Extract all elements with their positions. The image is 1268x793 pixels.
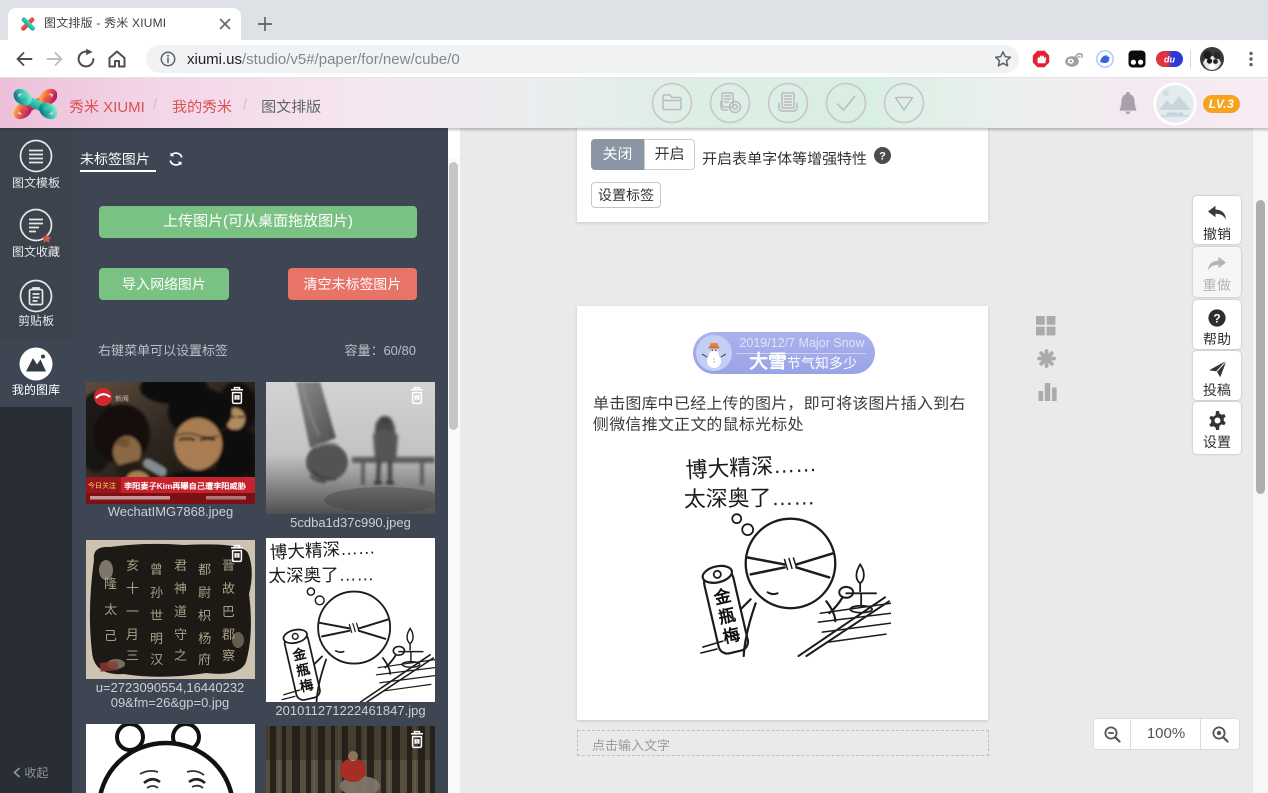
svg-text:新闻: 新闻	[115, 395, 129, 403]
svg-text:太: 太	[104, 602, 117, 617]
svg-text:明: 明	[150, 631, 163, 646]
svg-text:道: 道	[174, 604, 187, 619]
svg-text:隆: 隆	[104, 576, 117, 591]
svg-text:太深奥了……: 太深奥了……	[268, 564, 374, 586]
svg-text:枳: 枳	[198, 608, 211, 623]
svg-text:之: 之	[174, 648, 187, 663]
svg-text:亥: 亥	[126, 558, 139, 573]
svg-text:du: du	[1164, 55, 1175, 65]
svg-text:世: 世	[150, 608, 163, 623]
svg-text:一: 一	[126, 604, 139, 619]
svg-text:杨: 杨	[198, 631, 211, 646]
svg-text:曾: 曾	[150, 562, 163, 577]
svg-text:尉: 尉	[198, 585, 212, 600]
svg-text:孙: 孙	[150, 585, 163, 600]
svg-text:郡: 郡	[222, 627, 235, 642]
svg-text:今日关注: 今日关注	[88, 481, 116, 490]
svg-text:神: 神	[174, 581, 187, 596]
svg-text:君: 君	[174, 558, 187, 573]
svg-text:月: 月	[126, 627, 139, 642]
svg-text:李阳妻子Kim再曝自己遭李阳威胁: 李阳妻子Kim再曝自己遭李阳威胁	[124, 481, 247, 491]
svg-text:汉: 汉	[150, 652, 163, 667]
svg-text:三: 三	[126, 648, 139, 663]
svg-text:十: 十	[126, 581, 139, 596]
svg-text:都: 都	[198, 562, 211, 577]
svg-text:?: ?	[1213, 311, 1220, 325]
svg-text:巴: 巴	[222, 604, 235, 619]
svg-text:太深奥了……: 太深奥了……	[684, 484, 816, 511]
svg-text:故: 故	[222, 581, 235, 596]
svg-text:守: 守	[174, 627, 187, 642]
svg-text:察: 察	[222, 648, 235, 663]
svg-text:?: ?	[879, 151, 886, 163]
svg-text:府: 府	[198, 652, 211, 667]
svg-text:己: 己	[104, 628, 117, 643]
